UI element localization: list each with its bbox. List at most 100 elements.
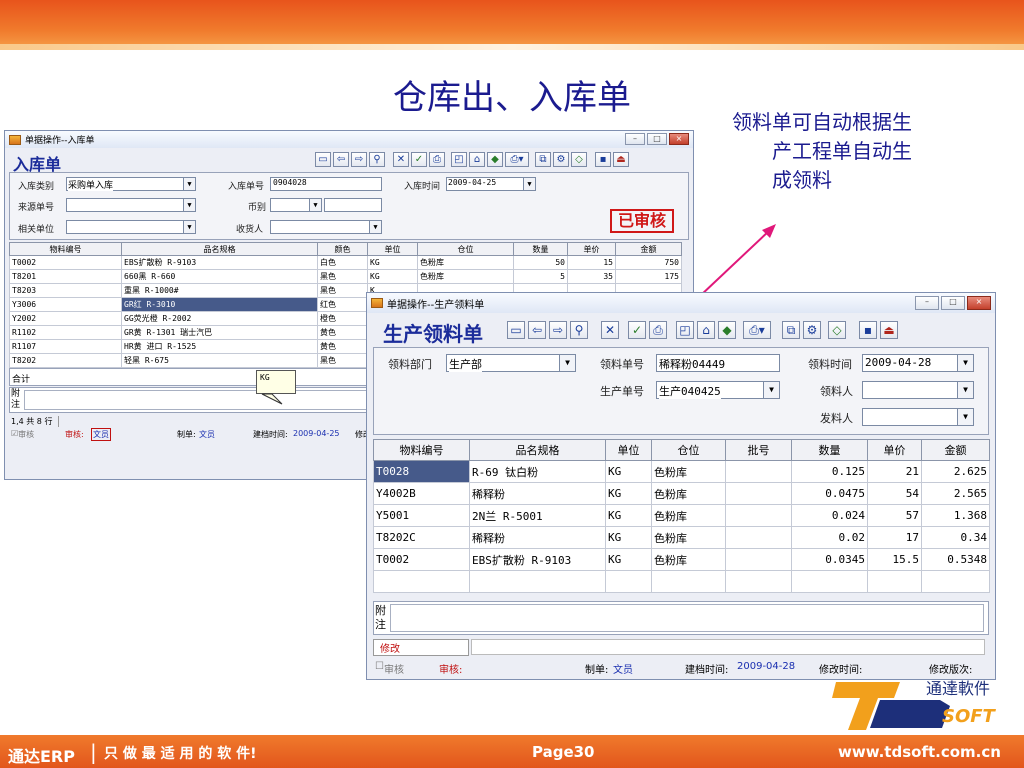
col-header[interactable]: 品名规格 <box>469 439 606 461</box>
check-icon[interactable]: ✓ <box>411 152 427 167</box>
table-cell[interactable] <box>725 548 792 571</box>
picking-no-field[interactable]: 稀释粉04449 <box>656 354 780 372</box>
col-header[interactable]: 颜色 <box>317 242 368 256</box>
table-cell[interactable] <box>791 570 868 593</box>
table-cell[interactable]: 5 <box>513 269 568 284</box>
table-cell[interactable]: 17 <box>867 526 922 549</box>
table-cell[interactable]: 色粉库 <box>651 548 726 571</box>
copy-icon[interactable]: ⧉ <box>782 321 800 339</box>
table-cell[interactable]: 色粉库 <box>651 526 726 549</box>
production-no-select[interactable]: 生产040425 ▼ <box>656 381 780 399</box>
related-unit-select[interactable]: ▼ <box>66 220 196 234</box>
table-cell[interactable] <box>373 570 470 593</box>
table-cell[interactable]: 色粉库 <box>417 269 514 284</box>
chevron-down-icon[interactable]: ▼ <box>309 199 321 211</box>
table-cell[interactable]: 0.024 <box>791 504 868 527</box>
dept-select[interactable]: 生产部 ▼ <box>446 354 576 372</box>
preview-icon[interactable]: ◰ <box>451 152 467 167</box>
minimize-button[interactable]: – <box>915 296 939 310</box>
col-header[interactable]: 数量 <box>513 242 568 256</box>
issuer-select[interactable]: ▼ <box>862 408 974 426</box>
next-icon[interactable]: ⇨ <box>549 321 567 339</box>
table-row[interactable]: T0028 R-69 钛白粉 KG 色粉库 0.125 21 2.625 <box>373 460 990 483</box>
table-cell[interactable]: 35 <box>567 269 616 284</box>
table-cell[interactable]: 0.0345 <box>791 548 868 571</box>
table-cell[interactable]: R-69 钛白粉 <box>469 460 606 483</box>
prev-icon[interactable]: ⇦ <box>333 152 349 167</box>
print-icon[interactable]: ⎙ <box>429 152 445 167</box>
table-cell[interactable]: 轻黑 R-675 <box>121 353 318 368</box>
table-cell[interactable]: 黑色 <box>317 353 368 368</box>
settings-icon[interactable]: ⚙ <box>803 321 821 339</box>
table-cell[interactable]: 54 <box>867 482 922 505</box>
tag-icon[interactable]: ◇ <box>828 321 846 339</box>
table-cell[interactable]: T8203 <box>9 283 122 298</box>
col-header[interactable]: 仓位 <box>651 439 726 461</box>
table-cell[interactable]: 750 <box>615 255 682 270</box>
chevron-down-icon[interactable]: ▼ <box>183 199 195 211</box>
find-icon[interactable]: ⚲ <box>570 321 588 339</box>
table-cell[interactable]: KG <box>605 504 652 527</box>
table-cell[interactable] <box>725 504 792 527</box>
table-cell[interactable]: T0002 <box>373 548 470 571</box>
new-icon[interactable]: ▭ <box>507 321 525 339</box>
printer-dropdown-icon[interactable]: ⎙▾ <box>505 152 529 167</box>
table-cell[interactable]: 色粉库 <box>417 255 514 270</box>
table-cell[interactable]: 黑色 <box>317 283 368 298</box>
table-cell[interactable]: T8202C <box>373 526 470 549</box>
picking-titlebar[interactable]: 单据操作--生产领料单 – □ × <box>367 293 995 313</box>
table-cell[interactable]: 0.125 <box>791 460 868 483</box>
table-cell[interactable]: 2.625 <box>921 460 990 483</box>
col-header[interactable]: 物料编号 <box>9 242 122 256</box>
table-cell[interactable]: 0.02 <box>791 526 868 549</box>
table-row[interactable]: T8201 660黑 R-660 黑色 KG 色粉库 5 35 175 <box>9 269 682 284</box>
exit-icon[interactable]: ⏏ <box>880 321 898 339</box>
col-header[interactable]: 单位 <box>367 242 418 256</box>
table-cell[interactable]: KG <box>367 269 418 284</box>
col-header[interactable]: 单价 <box>567 242 616 256</box>
picking-time-select[interactable]: 2009-04-28 ▼ <box>862 354 974 372</box>
close-button[interactable]: × <box>669 133 689 145</box>
table-cell[interactable]: 重黑 R-1000# <box>121 283 318 298</box>
chevron-down-icon[interactable]: ▼ <box>559 355 575 371</box>
remark-field[interactable] <box>390 604 984 632</box>
table-cell[interactable]: KG <box>605 526 652 549</box>
table-cell[interactable]: 0.5348 <box>921 548 990 571</box>
chevron-down-icon[interactable]: ▼ <box>957 355 973 371</box>
table-cell[interactable]: 色粉库 <box>651 504 726 527</box>
col-header[interactable]: 仓位 <box>417 242 514 256</box>
table-cell[interactable]: 57 <box>867 504 922 527</box>
printer-dropdown-icon[interactable]: ⎙▾ <box>743 321 771 339</box>
table-cell[interactable]: Y4002B <box>373 482 470 505</box>
next-icon[interactable]: ⇨ <box>351 152 367 167</box>
col-header[interactable]: 单价 <box>867 439 922 461</box>
table-cell[interactable]: T8202 <box>9 353 122 368</box>
table-cell[interactable]: 黄色 <box>317 325 368 340</box>
col-header[interactable]: 物料编号 <box>373 439 470 461</box>
table-cell[interactable]: R1102 <box>9 325 122 340</box>
chevron-down-icon[interactable]: ▼ <box>183 178 195 190</box>
col-header[interactable]: 数量 <box>791 439 868 461</box>
table-cell[interactable]: 稀释粉 <box>469 526 606 549</box>
currency-select[interactable]: ▼ <box>270 198 322 212</box>
check-icon[interactable]: ✓ <box>628 321 646 339</box>
table-cell[interactable]: KG <box>605 548 652 571</box>
maximize-button[interactable]: □ <box>941 296 965 310</box>
tag-icon[interactable]: ◇ <box>571 152 587 167</box>
table-cell[interactable]: T0002 <box>9 255 122 270</box>
chevron-down-icon[interactable]: ▼ <box>369 221 381 233</box>
taker-select[interactable]: ▼ <box>862 381 974 399</box>
table-cell[interactable]: 21 <box>867 460 922 483</box>
table-cell[interactable]: 色粉库 <box>651 482 726 505</box>
delete-icon[interactable]: ✕ <box>601 321 619 339</box>
table-cell[interactable] <box>725 482 792 505</box>
close-button[interactable]: × <box>967 296 991 310</box>
table-row[interactable]: T0002 EBS扩散粉 R-9103 白色 KG 色粉库 50 15 750 <box>9 255 682 270</box>
table-cell[interactable] <box>725 526 792 549</box>
table-cell[interactable]: 2N兰 R-5001 <box>469 504 606 527</box>
source-no-select[interactable]: ▼ <box>66 198 196 212</box>
export-icon[interactable]: ⌂ <box>697 321 715 339</box>
col-header[interactable]: 单位 <box>605 439 652 461</box>
col-header[interactable]: 金额 <box>921 439 990 461</box>
exchange-rate-field[interactable] <box>324 198 382 212</box>
